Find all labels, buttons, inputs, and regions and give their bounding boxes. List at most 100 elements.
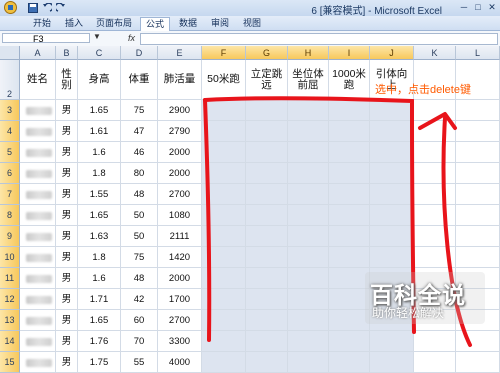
fx-icon[interactable]: fx (128, 33, 135, 43)
cell-l4[interactable] (456, 121, 500, 142)
cell-e6[interactable]: 2000 (158, 163, 202, 184)
cell-d15[interactable]: 55 (121, 352, 158, 373)
cell-f3[interactable] (202, 100, 246, 121)
cell-k6[interactable] (414, 163, 456, 184)
cell-e8[interactable]: 1080 (158, 205, 202, 226)
tab-insert[interactable]: 插入 (60, 17, 88, 30)
cell-g12[interactable] (246, 289, 288, 310)
cell-e13[interactable]: 2700 (158, 310, 202, 331)
column-header-f[interactable]: F (202, 46, 246, 60)
row-header-6[interactable]: 6 (0, 163, 20, 184)
cell-j9[interactable] (370, 226, 414, 247)
header-cell-e[interactable]: 肺活量 (158, 60, 202, 100)
cell-h6[interactable] (288, 163, 329, 184)
cell-g3[interactable] (246, 100, 288, 121)
cell-c14[interactable]: 1.76 (78, 331, 121, 352)
cell-d7[interactable]: 48 (121, 184, 158, 205)
cell-f12[interactable] (202, 289, 246, 310)
cell-c6[interactable]: 1.8 (78, 163, 121, 184)
cell-f14[interactable] (202, 331, 246, 352)
cell-j14[interactable] (370, 331, 414, 352)
save-icon[interactable] (28, 1, 38, 14)
minimize-icon[interactable]: ─ (458, 1, 470, 13)
cell-d4[interactable]: 47 (121, 121, 158, 142)
cell-k9[interactable] (414, 226, 456, 247)
column-header-g[interactable]: G (246, 46, 288, 60)
cell-j8[interactable] (370, 205, 414, 226)
column-header-b[interactable]: B (56, 46, 78, 60)
cell-b7[interactable]: 男 (56, 184, 78, 205)
header-cell-g[interactable]: 立定跳远 (246, 60, 288, 100)
row-header-2[interactable]: 2 (0, 60, 20, 100)
cell-e5[interactable]: 2000 (158, 142, 202, 163)
cell-i9[interactable] (329, 226, 370, 247)
cell-l10[interactable] (456, 247, 500, 268)
row-header-12[interactable]: 12 (0, 289, 20, 310)
header-cell-d[interactable]: 体重 (121, 60, 158, 100)
cell-c3[interactable]: 1.65 (78, 100, 121, 121)
cell-c5[interactable]: 1.6 (78, 142, 121, 163)
cell-j7[interactable] (370, 184, 414, 205)
cell-e9[interactable]: 2111 (158, 226, 202, 247)
cell-e12[interactable]: 1700 (158, 289, 202, 310)
cell-j6[interactable] (370, 163, 414, 184)
cell-b5[interactable]: 男 (56, 142, 78, 163)
cell-f15[interactable] (202, 352, 246, 373)
redo-icon[interactable] (56, 1, 66, 14)
row-header-3[interactable]: 3 (0, 100, 20, 121)
cell-f5[interactable] (202, 142, 246, 163)
cell-b8[interactable]: 男 (56, 205, 78, 226)
cell-d6[interactable]: 80 (121, 163, 158, 184)
cell-l5[interactable] (456, 142, 500, 163)
cell-e15[interactable]: 4000 (158, 352, 202, 373)
tab-home[interactable]: 开始 (28, 17, 56, 30)
cell-i10[interactable] (329, 247, 370, 268)
cell-b4[interactable]: 男 (56, 121, 78, 142)
header-cell-a[interactable]: 姓名 (20, 60, 56, 100)
cell-f10[interactable] (202, 247, 246, 268)
cell-e10[interactable]: 1420 (158, 247, 202, 268)
cell-j3[interactable] (370, 100, 414, 121)
row-header-5[interactable]: 5 (0, 142, 20, 163)
column-header-j[interactable]: J (370, 46, 414, 60)
header-cell-f[interactable]: 50米跑 (202, 60, 246, 100)
select-all-corner[interactable] (0, 46, 20, 60)
row-header-9[interactable]: 9 (0, 226, 20, 247)
row-header-7[interactable]: 7 (0, 184, 20, 205)
column-header-c[interactable]: C (78, 46, 121, 60)
cell-f11[interactable] (202, 268, 246, 289)
cell-b11[interactable]: 男 (56, 268, 78, 289)
cell-i15[interactable] (329, 352, 370, 373)
row-header-14[interactable]: 14 (0, 331, 20, 352)
tab-formulas[interactable]: 公式 (140, 17, 170, 31)
cell-i6[interactable] (329, 163, 370, 184)
undo-icon[interactable] (42, 1, 52, 14)
cell-j10[interactable] (370, 247, 414, 268)
cell-g14[interactable] (246, 331, 288, 352)
column-header-a[interactable]: A (20, 46, 56, 60)
column-header-k[interactable]: K (414, 46, 456, 60)
cell-b14[interactable]: 男 (56, 331, 78, 352)
header-cell-h[interactable]: 坐位体前屈 (288, 60, 329, 100)
cell-e3[interactable]: 2900 (158, 100, 202, 121)
cell-h14[interactable] (288, 331, 329, 352)
tab-page-layout[interactable]: 页面布局 (94, 17, 134, 30)
header-cell-c[interactable]: 身高 (78, 60, 121, 100)
cell-i11[interactable] (329, 268, 370, 289)
cell-h9[interactable] (288, 226, 329, 247)
column-header-d[interactable]: D (121, 46, 158, 60)
cell-d14[interactable]: 70 (121, 331, 158, 352)
cell-c11[interactable]: 1.6 (78, 268, 121, 289)
cell-l8[interactable] (456, 205, 500, 226)
cell-b10[interactable]: 男 (56, 247, 78, 268)
cell-h3[interactable] (288, 100, 329, 121)
cell-k10[interactable] (414, 247, 456, 268)
row-header-15[interactable]: 15 (0, 352, 20, 373)
cell-j4[interactable] (370, 121, 414, 142)
cell-d8[interactable]: 50 (121, 205, 158, 226)
cell-b13[interactable]: 男 (56, 310, 78, 331)
name-box[interactable]: F3 (2, 33, 90, 44)
cell-c12[interactable]: 1.71 (78, 289, 121, 310)
tab-data[interactable]: 数据 (174, 17, 202, 30)
cell-c9[interactable]: 1.63 (78, 226, 121, 247)
